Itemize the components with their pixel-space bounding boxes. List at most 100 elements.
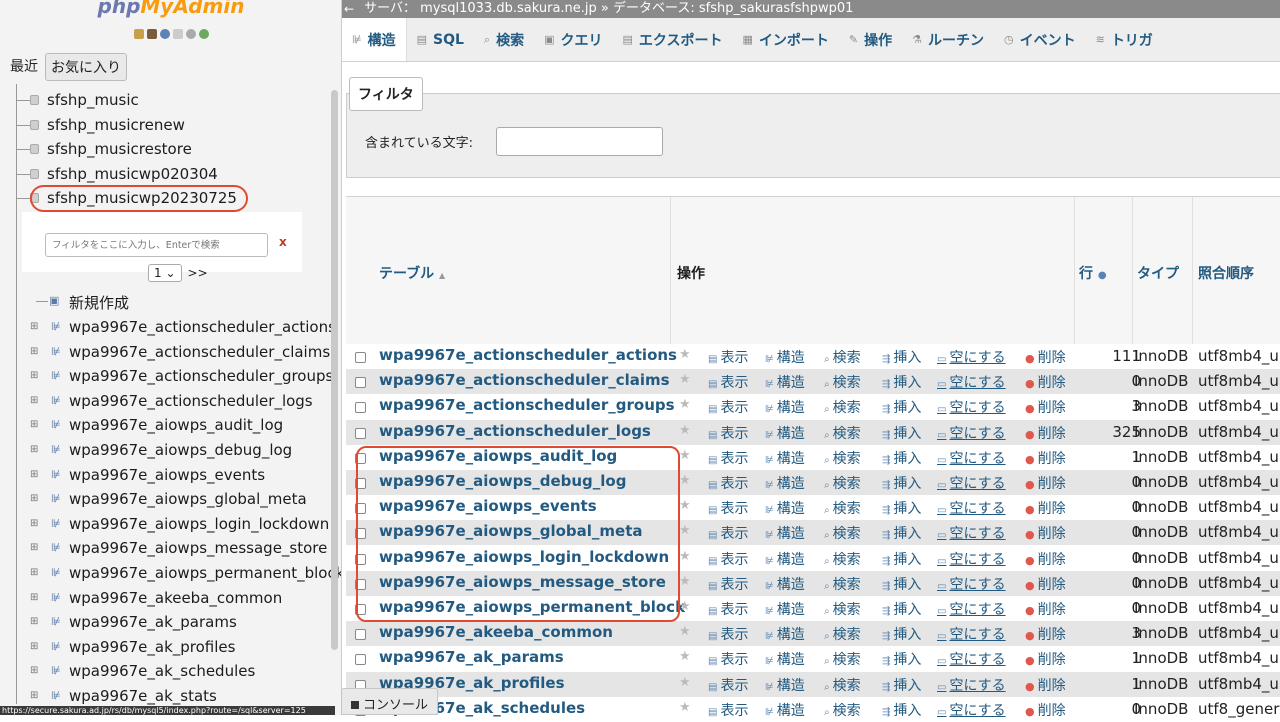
empty-action[interactable]: ▭ 空にする (937, 423, 1006, 443)
contains-input[interactable] (496, 127, 663, 156)
table-filter-input[interactable] (45, 233, 268, 257)
search-action[interactable]: ⌕ 検索 (824, 700, 861, 720)
help-icon[interactable] (159, 29, 170, 39)
browse-action[interactable]: ▤ 表示 (708, 599, 748, 619)
empty-action[interactable]: ▭ 空にする (937, 473, 1006, 493)
browse-action[interactable]: ▤ 表示 (708, 624, 748, 644)
sidebar-table-item[interactable]: ⊞ ⊯ wpa9967e_aiowps_audit_log (0, 413, 330, 437)
row-checkbox[interactable] (355, 629, 366, 641)
tab-favorites[interactable]: お気に入り (45, 53, 127, 81)
expand-icon[interactable]: ⊞ (30, 469, 38, 480)
tab-sql[interactable]: ▤ SQL (407, 18, 474, 61)
insert-action[interactable]: ⇶ 挿入 (882, 675, 921, 695)
console-tab[interactable]: コンソール (341, 688, 438, 715)
empty-action[interactable]: ▭ 空にする (937, 649, 1006, 669)
drop-action[interactable]: ● 削除 (1025, 599, 1066, 619)
tab-export[interactable]: ▤ エクスポート (612, 18, 732, 61)
tab-recent[interactable]: 最近 (6, 53, 43, 81)
structure-action[interactable]: ⊯ 構造 (765, 498, 805, 518)
empty-action[interactable]: ▭ 空にする (937, 700, 1006, 720)
table-name-link[interactable]: wpa9967e_ak_params (379, 648, 564, 666)
structure-action[interactable]: ⊯ 構造 (765, 448, 805, 468)
insert-action[interactable]: ⇶ 挿入 (882, 523, 921, 543)
drop-action[interactable]: ● 削除 (1025, 624, 1066, 644)
drop-action[interactable]: ● 削除 (1025, 523, 1066, 543)
drop-action[interactable]: ● 削除 (1025, 372, 1066, 392)
browse-action[interactable]: ▤ 表示 (708, 347, 748, 367)
tab-import[interactable]: ▦ インポート (732, 18, 838, 61)
browse-action[interactable]: ▤ 表示 (708, 423, 748, 443)
favorite-star-icon[interactable]: ★ (679, 347, 691, 362)
sidebar-db-item[interactable]: sfshp_musicrestore (0, 137, 330, 161)
sidebar-table-item[interactable]: ⊞ ⊯ wpa9967e_actionscheduler_logs (0, 389, 330, 413)
insert-action[interactable]: ⇶ 挿入 (882, 624, 921, 644)
expand-icon[interactable]: ⊞ (30, 445, 38, 455)
empty-action[interactable]: ▭ 空にする (937, 624, 1006, 644)
structure-action[interactable]: ⊯ 構造 (765, 574, 805, 594)
table-name-link[interactable]: wpa9967e_akeeba_common (379, 623, 613, 641)
structure-action[interactable]: ⊯ 構造 (765, 549, 805, 569)
empty-action[interactable]: ▭ 空にする (937, 574, 1006, 594)
search-action[interactable]: ⌕ 検索 (824, 372, 861, 392)
row-checkbox[interactable] (355, 402, 366, 414)
header-rows[interactable]: 行 ● (1079, 263, 1107, 283)
sidebar-new-item[interactable]: ▣ 新規作成 (0, 289, 330, 313)
drop-action[interactable]: ● 削除 (1025, 473, 1066, 493)
empty-action[interactable]: ▭ 空にする (937, 372, 1006, 392)
favorite-star-icon[interactable]: ★ (679, 574, 691, 589)
header-type[interactable]: タイプ (1137, 263, 1179, 283)
expand-icon[interactable]: ⊞ (30, 322, 38, 332)
structure-action[interactable]: ⊯ 構造 (765, 423, 805, 443)
empty-action[interactable]: ▭ 空にする (937, 347, 1006, 367)
insert-action[interactable]: ⇶ 挿入 (882, 423, 921, 443)
docs-icon[interactable] (172, 29, 183, 39)
search-action[interactable]: ⌕ 検索 (824, 549, 861, 569)
table-name-link[interactable]: wpa9967e_actionscheduler_claims (379, 371, 670, 389)
drop-action[interactable]: ● 削除 (1025, 498, 1066, 518)
expand-icon[interactable]: ⊞ (30, 371, 38, 381)
search-action[interactable]: ⌕ 検索 (824, 574, 861, 594)
drop-action[interactable]: ● 削除 (1025, 700, 1066, 720)
structure-action[interactable]: ⊯ 構造 (765, 372, 805, 392)
search-action[interactable]: ⌕ 検索 (824, 498, 861, 518)
browse-action[interactable]: ▤ 表示 (708, 523, 748, 543)
sidebar-table-item[interactable]: ⊞ ⊯ wpa9967e_aiowps_global_meta (0, 487, 330, 511)
drop-action[interactable]: ● 削除 (1025, 448, 1066, 468)
browse-action[interactable]: ▤ 表示 (708, 700, 748, 720)
sidebar-table-item[interactable]: ⊞ ⊯ wpa9967e_aiowps_login_lockdown (0, 512, 330, 536)
header-table[interactable]: テーブル ▲ (379, 263, 445, 283)
tab-events[interactable]: ◷ イベント (994, 18, 1086, 61)
structure-action[interactable]: ⊯ 構造 (765, 675, 805, 695)
sidebar-table-item[interactable]: ⊞ ⊯ wpa9967e_aiowps_message_store (0, 536, 330, 560)
header-collation[interactable]: 照合順序 (1198, 263, 1254, 283)
expand-icon[interactable]: ⊞ (30, 346, 38, 357)
row-checkbox[interactable] (355, 427, 366, 439)
empty-action[interactable]: ▭ 空にする (937, 397, 1006, 417)
clear-filter-button[interactable]: x (279, 235, 287, 249)
insert-action[interactable]: ⇶ 挿入 (882, 549, 921, 569)
search-action[interactable]: ⌕ 検索 (824, 624, 861, 644)
sidebar-table-item[interactable]: ⊞ ⊯ wpa9967e_aiowps_events (0, 463, 330, 487)
phpmyadmin-logo[interactable]: phpMyAdmin (0, 0, 341, 18)
tab-query[interactable]: ▣ クエリ (534, 18, 612, 61)
help-icon[interactable]: ● (1098, 270, 1107, 281)
search-action[interactable]: ⌕ 検索 (824, 675, 861, 695)
insert-action[interactable]: ⇶ 挿入 (882, 347, 921, 367)
favorite-star-icon[interactable]: ★ (679, 549, 691, 564)
sidebar-table-item[interactable]: ⊞ ⊯ wpa9967e_akeeba_common (0, 586, 330, 610)
search-action[interactable]: ⌕ 検索 (824, 448, 861, 468)
drop-action[interactable]: ● 削除 (1025, 649, 1066, 669)
empty-action[interactable]: ▭ 空にする (937, 523, 1006, 543)
insert-action[interactable]: ⇶ 挿入 (882, 700, 921, 720)
browse-action[interactable]: ▤ 表示 (708, 498, 748, 518)
tab-triggers[interactable]: ≋ トリガ (1086, 18, 1163, 61)
home-icon[interactable] (133, 29, 144, 39)
structure-action[interactable]: ⊯ 構造 (765, 700, 805, 720)
structure-action[interactable]: ⊯ 構造 (765, 599, 805, 619)
drop-action[interactable]: ● 削除 (1025, 574, 1066, 594)
expand-icon[interactable]: ⊞ (30, 543, 38, 553)
empty-action[interactable]: ▭ 空にする (937, 599, 1006, 619)
next-page-link[interactable]: >> (188, 266, 208, 280)
table-name-link[interactable]: wpa9967e_actionscheduler_groups (379, 396, 675, 414)
expand-icon[interactable]: ⊞ (30, 395, 38, 406)
